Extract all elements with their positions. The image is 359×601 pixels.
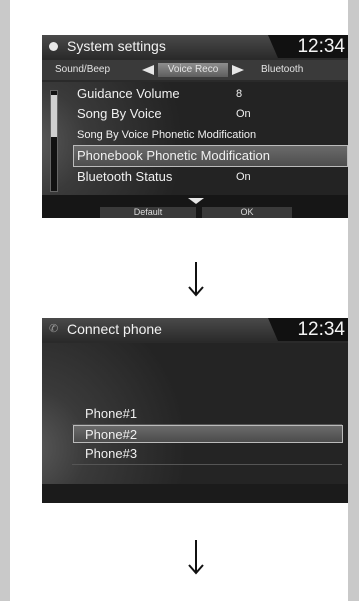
phone-icon: ✆ — [49, 323, 59, 335]
list-item-bluetooth-status[interactable]: Bluetooth Status On — [77, 167, 251, 187]
gear-icon — [49, 42, 58, 51]
scrollbar-thumb[interactable] — [51, 95, 57, 137]
screen-title: System settings — [67, 38, 166, 54]
list-item-guidance-volume[interactable]: Guidance Volume 8 — [77, 84, 242, 104]
category-tabs: Sound/Beep Voice Reco Bluetooth — [42, 60, 348, 80]
tab-right-arrow-icon[interactable] — [232, 65, 244, 75]
connect-phone-screen: ✆ Connect phone 12:34 Phone#1 Phone#2 Ph… — [42, 318, 348, 503]
phone-list: Phone#1 Phone#2 Phone#3 — [42, 343, 348, 484]
list-item-phonebook-phonetic[interactable]: Phonebook Phonetic Modification — [73, 145, 348, 167]
tab-left-arrow-icon[interactable] — [142, 65, 154, 75]
clock: 12:34 — [268, 318, 348, 341]
list-item-label: Bluetooth Status — [77, 169, 173, 184]
screen-title: Connect phone — [67, 321, 162, 337]
list-item-label: Song By Voice — [77, 106, 162, 121]
default-button[interactable]: Default — [100, 207, 196, 218]
list-item-label: Song By Voice Phonetic Modification — [77, 129, 257, 141]
system-settings-screen: System settings 12:34 Sound/Beep Voice R… — [42, 35, 348, 218]
list-item-value: 8 — [236, 88, 243, 100]
list-item-phone-3[interactable]: Phone#3 — [85, 445, 137, 463]
tab-voice-reco[interactable]: Voice Reco — [158, 63, 228, 77]
tab-bluetooth[interactable]: Bluetooth — [261, 64, 303, 75]
clock: 12:34 — [268, 35, 348, 58]
title-bar: System settings 12:34 — [42, 35, 348, 58]
ok-button[interactable]: OK — [202, 207, 292, 218]
softkey-bar: Default OK — [42, 195, 348, 218]
list-item-song-by-voice[interactable]: Song By Voice On — [77, 104, 251, 124]
scrollbar[interactable] — [50, 90, 58, 192]
list-item-label: Phonebook Phonetic Modification — [77, 148, 270, 163]
list-item-value: On — [236, 108, 251, 120]
tab-sound-beep[interactable]: Sound/Beep — [55, 64, 110, 75]
list-item-label: Guidance Volume — [77, 86, 180, 101]
divider — [72, 464, 342, 465]
list-item-song-by-voice-phonetic[interactable]: Song By Voice Phonetic Modification — [77, 125, 256, 145]
list-item-value: On — [236, 171, 251, 183]
bottom-bar — [42, 484, 348, 503]
manual-page: System settings 12:34 Sound/Beep Voice R… — [10, 0, 348, 601]
title-bar: ✆ Connect phone 12:34 — [42, 318, 348, 341]
scroll-down-icon[interactable] — [188, 198, 204, 204]
list-item-phone-1[interactable]: Phone#1 — [85, 405, 137, 423]
list-item-phone-2[interactable]: Phone#2 — [73, 425, 343, 443]
settings-list: Guidance Volume 8 Song By Voice On Song … — [42, 82, 348, 195]
